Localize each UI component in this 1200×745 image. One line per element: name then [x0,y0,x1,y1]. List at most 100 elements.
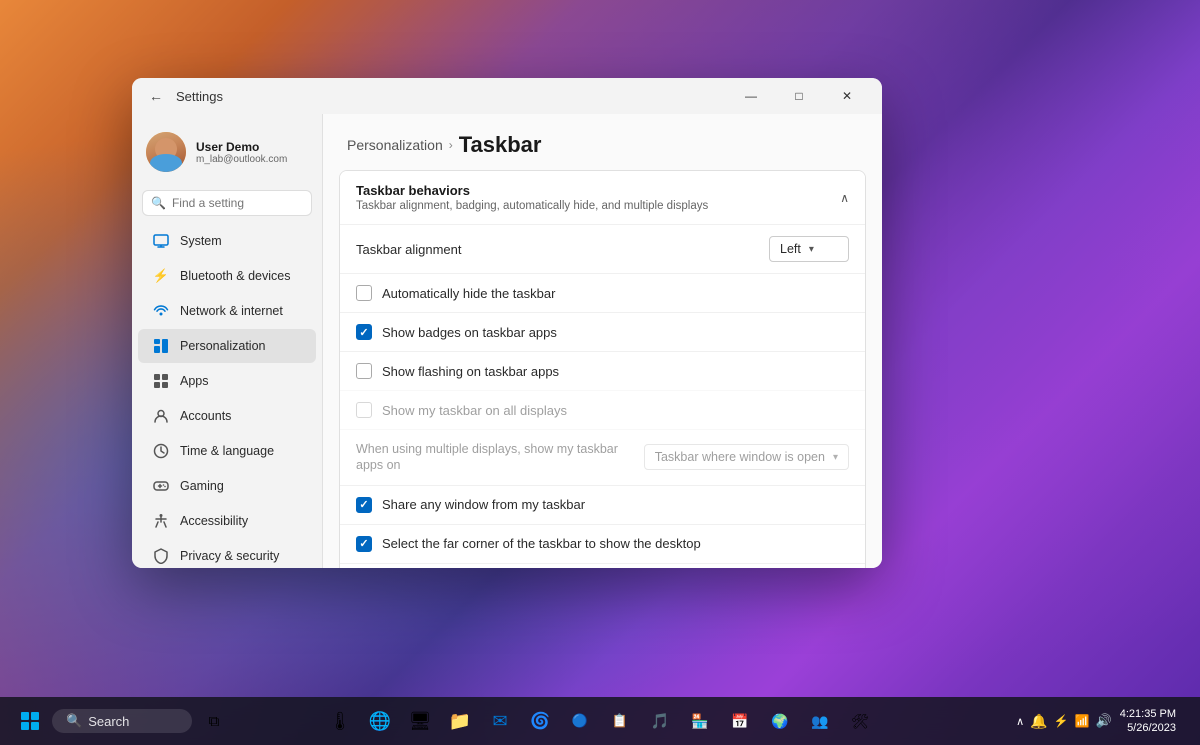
checkbox-badges[interactable] [356,324,372,340]
nav-item-time[interactable]: Time & language [138,434,316,468]
nav-label-accounts: Accounts [180,409,231,423]
windows-logo [21,712,39,730]
taskbar: 🔍 Search ⧉ 🌡 🌐 🖥 📁 ✉ 🌀 🔵 📋 🎵 🏪 📅 🌍 👥 🛠 [0,697,1200,745]
setting-label-multi-display: When using multiple displays, show my ta… [356,441,636,474]
settings-window: ← Settings — □ ✕ [132,78,882,568]
close-button[interactable]: ✕ [824,80,870,112]
setting-label-flashing: Show flashing on taskbar apps [382,364,559,379]
maximize-button[interactable]: □ [776,80,822,112]
nav-item-personalization[interactable]: Personalization [138,329,316,363]
time-icon [152,442,170,460]
setting-row-badges: Show badges on taskbar apps [340,312,865,351]
section-header[interactable]: Taskbar behaviors Taskbar alignment, bad… [340,171,865,224]
dropdown-alignment-value: Left [780,242,801,256]
minimize-button[interactable]: — [728,80,774,112]
breadcrumb-parent: Personalization [347,137,443,153]
taskbar-app-weather[interactable]: 🌡 [322,703,358,739]
breadcrumb: Personalization › Taskbar [347,132,858,158]
main-content: Personalization › Taskbar Taskbar behavi… [322,114,882,568]
search-input[interactable] [172,196,322,210]
setting-label-share-window: Share any window from my taskbar [382,497,585,512]
notification-icon[interactable]: 🔔 [1030,713,1047,730]
taskbar-app-edge[interactable]: 🌀 [522,703,558,739]
taskbar-time[interactable]: 4:21:35 PM 5/26/2023 [1120,707,1176,736]
system-icon [152,232,170,250]
network-sys-icon[interactable]: 📶 [1075,714,1090,728]
nav-item-apps[interactable]: Apps [138,364,316,398]
back-button[interactable]: ← [144,84,168,108]
setting-row-autohide: Automatically hide the taskbar [340,273,865,312]
nav-label-accessibility: Accessibility [180,514,248,528]
gaming-icon [152,477,170,495]
taskbar-app-chrome[interactable]: 🌍 [762,703,798,739]
taskbar-app-browser1[interactable]: 🌐 [362,703,398,739]
user-info: User Demo m_lab@outlook.com [196,140,308,165]
taskbar-app-files[interactable]: 📁 [442,703,478,739]
apps-icon [152,372,170,390]
search-box[interactable]: 🔍 [142,190,312,216]
nav-label-gaming: Gaming [180,479,224,493]
setting-row-all-displays: Show my taskbar on all displays [340,390,865,429]
taskbar-app-store[interactable]: 🏪 [682,703,718,739]
setting-label-autohide: Automatically hide the taskbar [382,286,555,301]
nav-label-apps: Apps [180,374,209,388]
taskbar-app-display[interactable]: 🖥 [402,703,438,739]
clock-time: 4:21:35 PM [1120,707,1176,721]
taskbar-app-music[interactable]: 🎵 [642,703,678,739]
window-title: Settings [176,89,728,104]
setting-row-alignment: Taskbar alignment Left ▾ [340,224,865,273]
taskbar-app-teams[interactable]: 👥 [802,703,838,739]
clock-date: 5/26/2023 [1120,721,1176,735]
nav-item-accessibility[interactable]: Accessibility [138,504,316,538]
checkbox-show-desktop[interactable] [356,536,372,552]
show-desktop-corner[interactable] [1184,703,1188,739]
chevron-up-sys-icon[interactable]: ∧ [1016,715,1024,728]
section-title: Taskbar behaviors [356,183,708,198]
desktop: ← Settings — □ ✕ [0,0,1200,745]
taskbar-right: ∧ 🔔 ⚡ 📶 🔊 4:21:35 PM 5/26/2023 [1016,703,1188,739]
setting-label-show-desktop: Select the far corner of the taskbar to … [382,536,701,551]
bluetooth-sys-icon[interactable]: ⚡ [1054,714,1069,728]
settings-body: User Demo m_lab@outlook.com 🔍 System [132,114,882,568]
checkbox-all-displays[interactable] [356,402,372,418]
task-view-button[interactable]: ⧉ [196,703,232,739]
settings-section-behaviors: Taskbar behaviors Taskbar alignment, bad… [339,170,866,568]
checkbox-autohide[interactable] [356,285,372,301]
chevron-up-icon: ∧ [840,191,849,205]
taskbar-app-ms365[interactable]: 📋 [602,703,638,739]
dropdown-multi-display[interactable]: Taskbar where window is open ▾ [644,444,849,470]
page-header: Personalization › Taskbar [323,114,882,170]
breadcrumb-current: Taskbar [459,132,542,158]
nav-item-system[interactable]: System [138,224,316,258]
section-content: Taskbar alignment Left ▾ Automatically h… [340,224,865,568]
nav-label-privacy: Privacy & security [180,549,279,563]
start-button[interactable] [12,703,48,739]
taskbar-app-extra[interactable]: 🛠 [842,703,878,739]
breadcrumb-separator: › [449,138,453,152]
taskbar-search[interactable]: 🔍 Search [52,709,192,733]
nav-label-network: Network & internet [180,304,283,318]
nav-item-accounts[interactable]: Accounts [138,399,316,433]
setting-row-multi-display: When using multiple displays, show my ta… [340,429,865,485]
taskbar-app-edge2[interactable]: 🔵 [562,703,598,739]
setting-row-show-desktop: Select the far corner of the taskbar to … [340,524,865,563]
checkbox-flashing[interactable] [356,363,372,379]
nav-label-time: Time & language [180,444,274,458]
dropdown-caret-icon: ▾ [809,244,814,255]
search-icon: 🔍 [151,196,166,210]
nav-item-bluetooth[interactable]: ⚡ Bluetooth & devices [138,259,316,293]
bluetooth-icon: ⚡ [152,267,170,285]
volume-icon[interactable]: 🔊 [1096,713,1112,729]
setting-label-badges: Show badges on taskbar apps [382,325,557,340]
nav-item-privacy[interactable]: Privacy & security [138,539,316,568]
nav-item-network[interactable]: Network & internet [138,294,316,328]
taskbar-app-calendar[interactable]: 📅 [722,703,758,739]
user-profile[interactable]: User Demo m_lab@outlook.com [132,122,322,186]
taskbar-app-mail[interactable]: ✉ [482,703,518,739]
network-icon [152,302,170,320]
nav-item-gaming[interactable]: Gaming [138,469,316,503]
checkbox-share-window[interactable] [356,497,372,513]
taskbar-search-icon: 🔍 [66,713,82,729]
dropdown-alignment[interactable]: Left ▾ [769,236,849,262]
setting-label-all-displays: Show my taskbar on all displays [382,403,567,418]
